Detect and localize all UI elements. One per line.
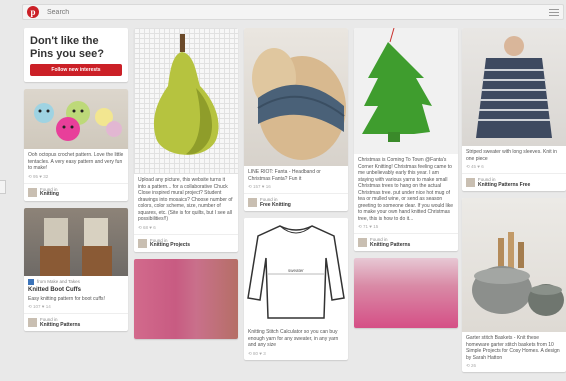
board-thumbnail	[28, 318, 37, 327]
pin-description: Upload any picture, this website turns i…	[138, 177, 233, 222]
pin-column-1: Don't like the Pins you see? Follow new …	[24, 28, 128, 338]
pin-stats: ⟲ 71 ♥ 15	[358, 224, 379, 229]
pin-source[interactable]: from Make and Takes	[24, 276, 128, 285]
found-in-board[interactable]: Found in Knitting Projects	[134, 233, 238, 252]
search-bar: p	[22, 4, 564, 20]
pin-image-knitted-tree[interactable]	[354, 28, 458, 154]
board-thumbnail	[138, 238, 147, 248]
promo-title: Don't like the Pins you see?	[30, 35, 104, 60]
pin-description: Ooh octopus crochet pattern. Love the li…	[28, 152, 124, 171]
pin-card[interactable]: Christmas is Coming To Town @Fanta's Cor…	[354, 28, 458, 251]
pin-description: LINE RIOT: Fanta - Headband or Christmas…	[248, 169, 321, 182]
source-label: from Make and Takes	[37, 279, 80, 284]
found-in-board[interactable]: Found in Knitting Patterns	[24, 313, 128, 331]
board-name: Knitting Patterns	[370, 241, 411, 248]
pin-title[interactable]: Knitted Boot Cuffs	[24, 285, 128, 293]
search-input[interactable]	[47, 6, 517, 18]
pin-stats: ⟲ 68 ♥ 6	[138, 224, 156, 230]
pin-image-headband[interactable]	[244, 28, 348, 166]
pin-card[interactable]: from Make and Takes Knitted Boot Cuffs E…	[24, 207, 128, 331]
pin-description: Christmas is Coming To Town @Fanta's Cor…	[358, 157, 454, 222]
left-edge-tab[interactable]	[0, 180, 6, 194]
found-in-board[interactable]: Found in Knitting	[24, 182, 128, 201]
diagram-label: sweater	[288, 268, 304, 273]
pin-image-pink-cardigan[interactable]	[134, 258, 238, 339]
pin-column-3: LINE RIOT: Fanta - Headband or Christmas…	[244, 28, 348, 367]
source-favicon-icon	[28, 278, 34, 285]
pin-description: Knitting Stitch Calculator so you can bu…	[248, 329, 339, 348]
pin-card[interactable]: Ooh octopus crochet pattern. Love the li…	[24, 89, 128, 201]
pin-stats: ⟲ 26	[466, 363, 477, 368]
found-in-board[interactable]: Found in Knitting Patterns	[354, 233, 458, 251]
pin-stats: ⟲ 157 ♥ 16	[248, 184, 271, 189]
follow-interests-button[interactable]: Follow new interests	[30, 64, 122, 76]
board-name: Free Knitting	[260, 201, 291, 208]
pin-stats: ⟲ 95 ♥ 32	[28, 173, 49, 179]
board-name: Knitting	[40, 191, 59, 197]
pin-image-pink-legwarmers[interactable]	[354, 258, 458, 328]
pin-description: Garter stitch Baskets - Knit these homew…	[466, 335, 560, 361]
pin-card[interactable]: Striped sweater with long sleeves. Knit …	[462, 28, 566, 191]
pin-stats: ⟲ 107 ♥ 14	[28, 304, 51, 309]
pin-card[interactable]: LINE RIOT: Fanta - Headband or Christmas…	[244, 28, 348, 211]
pin-image-striped-sweater[interactable]	[462, 28, 566, 146]
pin-image-sweater-diagram[interactable]: sweater	[244, 218, 348, 326]
pin-description: Striped sweater with long sleeves. Knit …	[466, 149, 557, 162]
board-thumbnail	[248, 198, 257, 207]
pin-image-octopus[interactable]	[24, 89, 128, 149]
pin-image-boot-cuffs[interactable]	[24, 207, 128, 276]
menu-icon[interactable]	[549, 7, 559, 17]
pin-description: Easy knitting pattern for boot cuffs!	[28, 295, 105, 302]
pin-card[interactable]	[354, 258, 458, 328]
pin-stats: ⟲ 80 ♥ 3	[248, 350, 266, 356]
pin-image-garter-baskets[interactable]	[462, 198, 566, 332]
pin-column-2: Upload any picture, this website turns i…	[134, 28, 238, 346]
pinterest-logo-icon[interactable]: p	[27, 6, 39, 18]
pin-card[interactable]: sweater Knitting Stitch Calculator so yo…	[244, 218, 348, 360]
board-thumbnail	[28, 187, 37, 197]
board-name: Knitting Projects	[150, 242, 191, 248]
board-thumbnail	[466, 178, 475, 187]
board-name: Knitting Patterns	[40, 321, 81, 328]
board-name: Knitting Patterns Free	[478, 181, 531, 188]
promo-card: Don't like the Pins you see? Follow new …	[24, 28, 128, 82]
found-in-board[interactable]: Found in Free Knitting	[244, 193, 348, 211]
pin-stats: ⟲ 45 ♥ 6	[466, 164, 484, 169]
pin-card[interactable]	[134, 258, 238, 339]
found-in-board[interactable]: Found in Knitting Patterns Free	[462, 173, 566, 191]
pin-column-4: Christmas is Coming To Town @Fanta's Cor…	[354, 28, 458, 335]
pin-column-5: Striped sweater with long sleeves. Knit …	[462, 28, 566, 379]
pin-card[interactable]: Upload any picture, this website turns i…	[134, 28, 238, 252]
pin-card[interactable]: Garter stitch Baskets - Knit these homew…	[462, 198, 566, 372]
board-thumbnail	[358, 238, 367, 247]
pin-image-pear[interactable]	[134, 28, 238, 174]
